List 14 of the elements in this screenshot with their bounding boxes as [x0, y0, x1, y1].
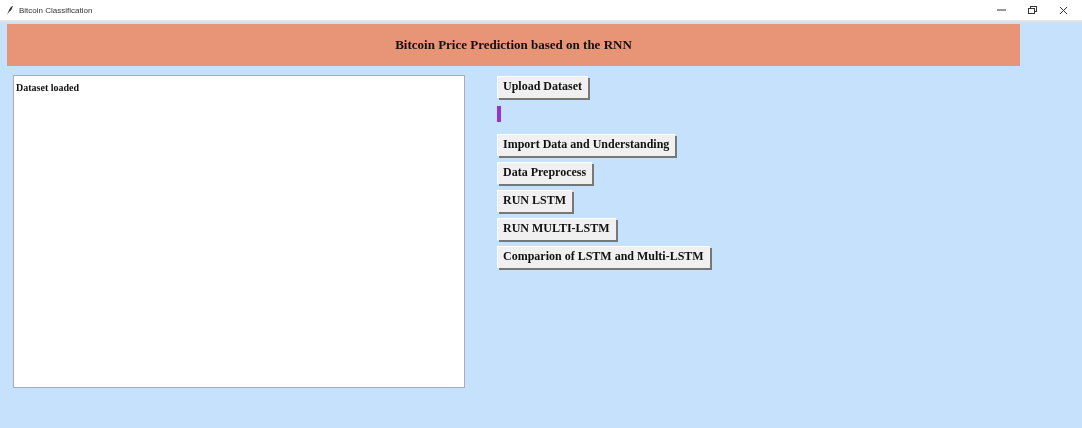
status-marker: [497, 106, 501, 122]
restore-icon[interactable]: [1028, 6, 1037, 14]
action-button[interactable]: RUN LSTM: [497, 190, 572, 212]
feather-icon: [6, 5, 13, 15]
action-button[interactable]: Data Preprocess: [497, 162, 593, 184]
action-button[interactable]: Upload Dataset: [497, 76, 588, 98]
action-button[interactable]: Comparion of LSTM and Multi-LSTM: [497, 246, 710, 268]
action-button[interactable]: Import Data and Understanding: [497, 134, 676, 156]
close-icon[interactable]: [1059, 5, 1068, 15]
output-text-area[interactable]: Dataset loaded: [13, 75, 465, 388]
window-title: Bitcoin Classification: [19, 5, 93, 15]
app-title: Bitcoin Price Prediction based on the RNN: [395, 37, 632, 53]
status-text: Dataset loaded: [16, 82, 80, 93]
action-button[interactable]: RUN MULTI-LSTM: [497, 218, 616, 240]
